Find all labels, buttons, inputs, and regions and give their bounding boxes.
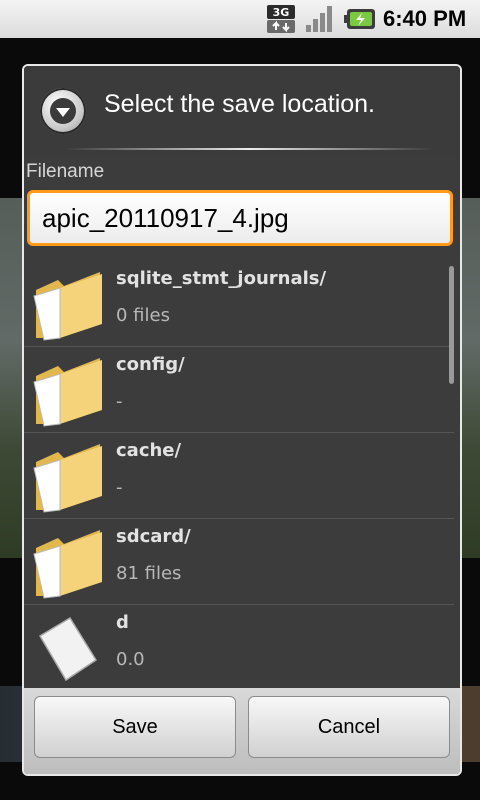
filename-label: Filename — [26, 161, 105, 182]
battery-charging-icon — [344, 9, 375, 29]
file-list-item[interactable]: config/ - — [24, 346, 454, 433]
file-name: sdcard/ — [116, 526, 191, 547]
file-list-item[interactable]: sqlite_stmt_journals/ 0 files — [24, 260, 454, 347]
file-list-item[interactable]: cache/ - — [24, 432, 454, 519]
file-meta: 81 files — [116, 563, 182, 584]
dialog-body: Filename apic_20110917_4.jpg sqlite_stmt… — [24, 158, 460, 690]
save-button[interactable]: Save — [34, 696, 236, 758]
svg-text:3G: 3G — [273, 6, 290, 19]
file-meta: - — [116, 477, 123, 498]
file-name: config/ — [116, 354, 185, 375]
network-3g-icon: 3G — [267, 5, 295, 33]
dialog-footer: Save Cancel — [24, 688, 460, 774]
folder-icon — [33, 272, 102, 341]
file-list[interactable]: sqlite_stmt_journals/ 0 files config/ - — [24, 260, 460, 690]
title-divider — [64, 148, 434, 150]
file-name: sqlite_stmt_journals/ — [116, 268, 327, 289]
file-name: cache/ — [116, 440, 182, 461]
document-icon — [38, 616, 98, 682]
filename-input[interactable]: apic_20110917_4.jpg — [27, 190, 453, 246]
signal-strength-icon — [306, 6, 332, 32]
save-location-dialog: Select the save location. Filename apic_… — [22, 64, 462, 776]
file-list-item[interactable]: sdcard/ 81 files — [24, 518, 454, 605]
folder-icon — [33, 530, 102, 599]
dialog-title: Select the save location. — [104, 90, 375, 118]
status-bar: 3G 6:40 PM — [0, 0, 480, 38]
file-meta: - — [116, 391, 123, 412]
file-list-item[interactable]: d 0.0 — [24, 604, 454, 690]
folder-icon — [33, 444, 102, 513]
file-name: d — [116, 612, 129, 633]
folder-icon — [33, 358, 102, 427]
file-meta: 0 files — [116, 305, 170, 326]
status-time: 6:40 PM — [383, 6, 467, 31]
dropdown-circle-icon — [40, 88, 86, 134]
dialog-header: Select the save location. — [24, 66, 460, 158]
cancel-button[interactable]: Cancel — [248, 696, 450, 758]
list-scrollbar[interactable] — [449, 266, 454, 384]
file-meta: 0.0 — [116, 649, 145, 670]
